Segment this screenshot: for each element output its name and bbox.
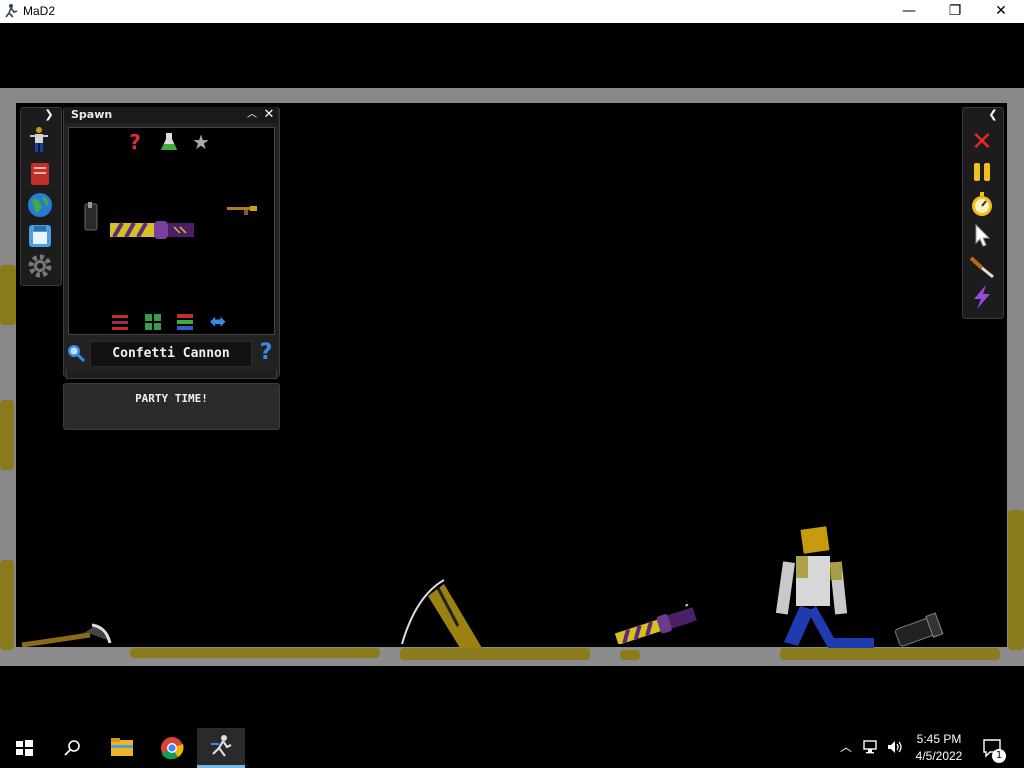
grime-splatter bbox=[130, 648, 380, 658]
network-icon[interactable] bbox=[862, 739, 880, 755]
close-window-button[interactable]: ✕ bbox=[978, 0, 1024, 23]
grime-splatter bbox=[1008, 510, 1024, 650]
pickaxe-object[interactable] bbox=[398, 576, 488, 650]
file-explorer-icon[interactable] bbox=[98, 730, 146, 766]
ragdoll-character[interactable] bbox=[770, 524, 880, 650]
clock-time: 5:45 PM bbox=[916, 732, 962, 746]
item-description: PARTY TIME! bbox=[63, 383, 280, 430]
question-mark-icon[interactable]: ? bbox=[126, 130, 144, 154]
stopwatch-icon[interactable] bbox=[968, 190, 996, 218]
spawn-panel-title: Spawn bbox=[71, 108, 113, 121]
collapse-panel-button[interactable]: ︿ bbox=[245, 108, 259, 122]
sliders-icon[interactable] bbox=[110, 313, 130, 331]
taskbar-clock[interactable]: 5:45 PM 4/5/2022 bbox=[903, 731, 975, 765]
search-icon[interactable] bbox=[48, 730, 96, 766]
grime-splatter bbox=[620, 650, 640, 660]
windows-start-icon[interactable] bbox=[0, 730, 48, 766]
chevron-up-icon[interactable]: ︿ bbox=[838, 738, 854, 756]
cursor-icon[interactable] bbox=[968, 221, 996, 249]
flask-icon[interactable] bbox=[160, 132, 178, 152]
spawn-item-confetti-cannon[interactable] bbox=[108, 219, 196, 241]
close-x-icon[interactable]: ✕ bbox=[968, 128, 996, 156]
knife-icon[interactable] bbox=[968, 252, 996, 280]
window-title: MaD2 bbox=[23, 4, 56, 18]
pause-icon[interactable] bbox=[968, 158, 996, 186]
spawn-item-detonator[interactable] bbox=[82, 200, 100, 232]
gear-icon[interactable] bbox=[26, 252, 54, 280]
collapse-right-toolbar-button[interactable]: ❮ bbox=[986, 108, 1000, 122]
pickaxe-hammer-object[interactable] bbox=[18, 615, 114, 649]
layers-icon[interactable] bbox=[176, 313, 194, 331]
panel-resize-handle[interactable] bbox=[66, 370, 277, 379]
search-icon[interactable] bbox=[66, 343, 86, 363]
chrome-icon[interactable] bbox=[148, 730, 196, 766]
close-panel-button[interactable]: ✕ bbox=[262, 107, 276, 123]
minimize-button[interactable]: — bbox=[886, 0, 932, 23]
expand-toolbar-button[interactable]: ❯ bbox=[42, 108, 56, 122]
help-icon[interactable]: ? bbox=[256, 340, 276, 366]
swap-arrows-icon[interactable]: ⬌ bbox=[206, 310, 230, 332]
notification-badge: 1 bbox=[992, 749, 1006, 763]
book-icon[interactable] bbox=[26, 160, 54, 188]
volume-icon[interactable] bbox=[886, 739, 904, 755]
app-icon bbox=[5, 4, 18, 18]
mad2-app-icon[interactable] bbox=[197, 730, 245, 766]
window-titlebar bbox=[0, 0, 1024, 23]
character-icon[interactable] bbox=[26, 126, 54, 154]
grime-splatter bbox=[0, 265, 16, 325]
spawn-item-rifle[interactable] bbox=[226, 202, 258, 216]
grime-splatter bbox=[0, 560, 14, 650]
globe-icon[interactable] bbox=[26, 191, 54, 219]
confetti-cannon-object[interactable] bbox=[612, 604, 702, 644]
grime-splatter bbox=[0, 400, 14, 470]
restore-button[interactable]: ❐ bbox=[932, 0, 978, 23]
grid-icon[interactable] bbox=[144, 313, 162, 331]
lightning-icon[interactable] bbox=[968, 283, 996, 311]
detonator-object[interactable] bbox=[890, 612, 946, 648]
save-icon[interactable] bbox=[26, 222, 54, 250]
star-icon[interactable]: ★ bbox=[191, 130, 211, 154]
clock-date: 4/5/2022 bbox=[915, 749, 963, 763]
item-search-field[interactable]: Confetti Cannon bbox=[90, 341, 252, 367]
